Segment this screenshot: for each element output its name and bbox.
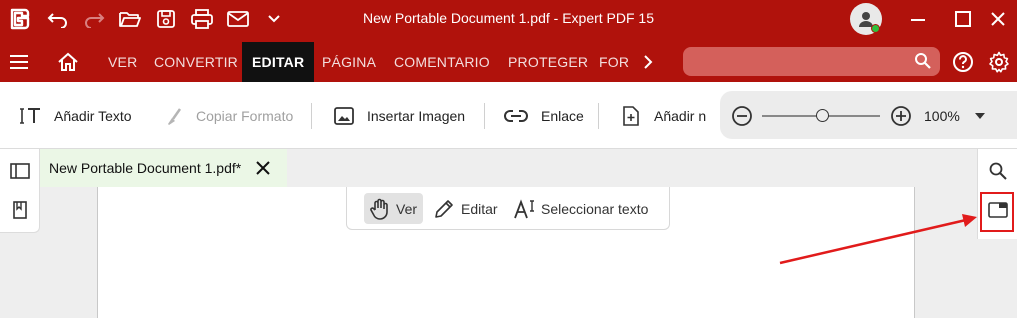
hand-icon <box>370 198 388 220</box>
link-button[interactable]: Enlace <box>503 104 584 128</box>
interaction-mode-bar: Ver Editar Seleccionar texto <box>346 187 670 230</box>
bookmark-icon[interactable] <box>8 198 32 222</box>
tab-proteger[interactable]: PROTEGER <box>508 42 588 82</box>
add-page-icon <box>623 106 639 126</box>
select-text-label: Seleccionar texto <box>541 200 649 217</box>
select-text-button[interactable]: Seleccionar texto <box>513 193 648 224</box>
print-icon[interactable] <box>188 6 216 32</box>
ribbon-menu-bar: VER CONVERTIR EDITAR PÁGINA COMENTARIO P… <box>0 42 1017 82</box>
edit-mode-button[interactable]: Editar <box>433 193 498 224</box>
open-folder-icon[interactable] <box>116 6 144 32</box>
format-brush-icon <box>168 108 182 125</box>
online-status-dot <box>871 24 880 33</box>
copy-format-button[interactable]: Copiar Formato <box>162 104 293 128</box>
toolbar-divider <box>598 103 599 129</box>
add-more-label: Añadir n <box>654 108 707 124</box>
redo-icon[interactable] <box>80 6 108 32</box>
zoom-out-icon[interactable] <box>728 103 756 129</box>
minimize-icon[interactable] <box>903 6 933 32</box>
add-more-button[interactable]: Añadir n <box>620 104 708 128</box>
left-side-rail <box>0 149 40 233</box>
chevron-right-icon[interactable] <box>634 49 662 75</box>
chevron-down-icon[interactable] <box>260 6 288 32</box>
tab-ver[interactable]: VER <box>108 42 137 82</box>
document-tab[interactable]: New Portable Document 1.pdf* <box>40 149 287 187</box>
add-text-label: Añadir Texto <box>54 108 132 124</box>
add-text-button[interactable]: Añadir Texto <box>20 104 132 128</box>
copy-format-label: Copiar Formato <box>196 108 294 124</box>
text-cursor-icon <box>514 198 534 218</box>
expert-pdf-logo-icon[interactable] <box>5 6 33 32</box>
search-box <box>683 47 940 76</box>
insert-image-button[interactable]: Insertar Imagen <box>333 104 465 128</box>
tab-editar[interactable]: EDITAR <box>242 42 315 82</box>
view-mode-button[interactable]: Ver <box>364 193 424 224</box>
undo-icon[interactable] <box>44 6 72 32</box>
link-icon <box>504 110 528 122</box>
tab-formulario-truncated[interactable]: FOR <box>599 42 629 82</box>
settings-gear-icon[interactable] <box>985 49 1013 75</box>
insert-image-label: Insertar Imagen <box>367 108 466 124</box>
zoom-in-icon[interactable] <box>887 103 915 129</box>
hamburger-menu-icon[interactable] <box>5 49 33 75</box>
view-mode-label: Ver <box>396 200 418 217</box>
email-icon[interactable] <box>224 6 252 32</box>
title-bar: New Portable Document 1.pdf - Expert PDF… <box>0 0 1017 42</box>
home-icon[interactable] <box>54 49 82 75</box>
tab-comentario[interactable]: COMENTARIO <box>394 42 490 82</box>
save-icon[interactable] <box>152 6 180 32</box>
search-panel-icon[interactable] <box>986 159 1010 183</box>
document-tab-label: New Portable Document 1.pdf* <box>49 160 242 176</box>
panel-toggle-icon[interactable] <box>8 159 32 183</box>
toolbar-divider <box>311 103 312 129</box>
tab-pagina[interactable]: PÁGINA <box>322 42 376 82</box>
pencil-icon <box>435 199 453 218</box>
zoom-slider-thumb[interactable] <box>816 109 829 122</box>
close-tab-icon[interactable] <box>253 158 273 178</box>
annotation-highlight-box <box>980 192 1014 232</box>
search-icon[interactable] <box>914 52 932 75</box>
search-input[interactable] <box>693 51 903 72</box>
image-icon <box>334 107 354 125</box>
edit-mode-label: Editar <box>461 200 498 217</box>
help-icon[interactable] <box>949 49 977 75</box>
maximize-icon[interactable] <box>948 6 978 32</box>
zoom-value[interactable]: 100% <box>924 108 960 124</box>
toolbar-divider <box>484 103 485 129</box>
close-icon[interactable] <box>983 6 1013 32</box>
tab-convertir[interactable]: CONVERTIR <box>154 42 238 82</box>
add-text-icon <box>20 108 40 124</box>
zoom-dropdown-icon[interactable] <box>966 103 994 129</box>
user-avatar[interactable] <box>850 3 882 35</box>
link-label: Enlace <box>541 108 584 124</box>
edit-toolbar: Añadir Texto Copiar Formato Insertar Ima… <box>0 82 1017 149</box>
